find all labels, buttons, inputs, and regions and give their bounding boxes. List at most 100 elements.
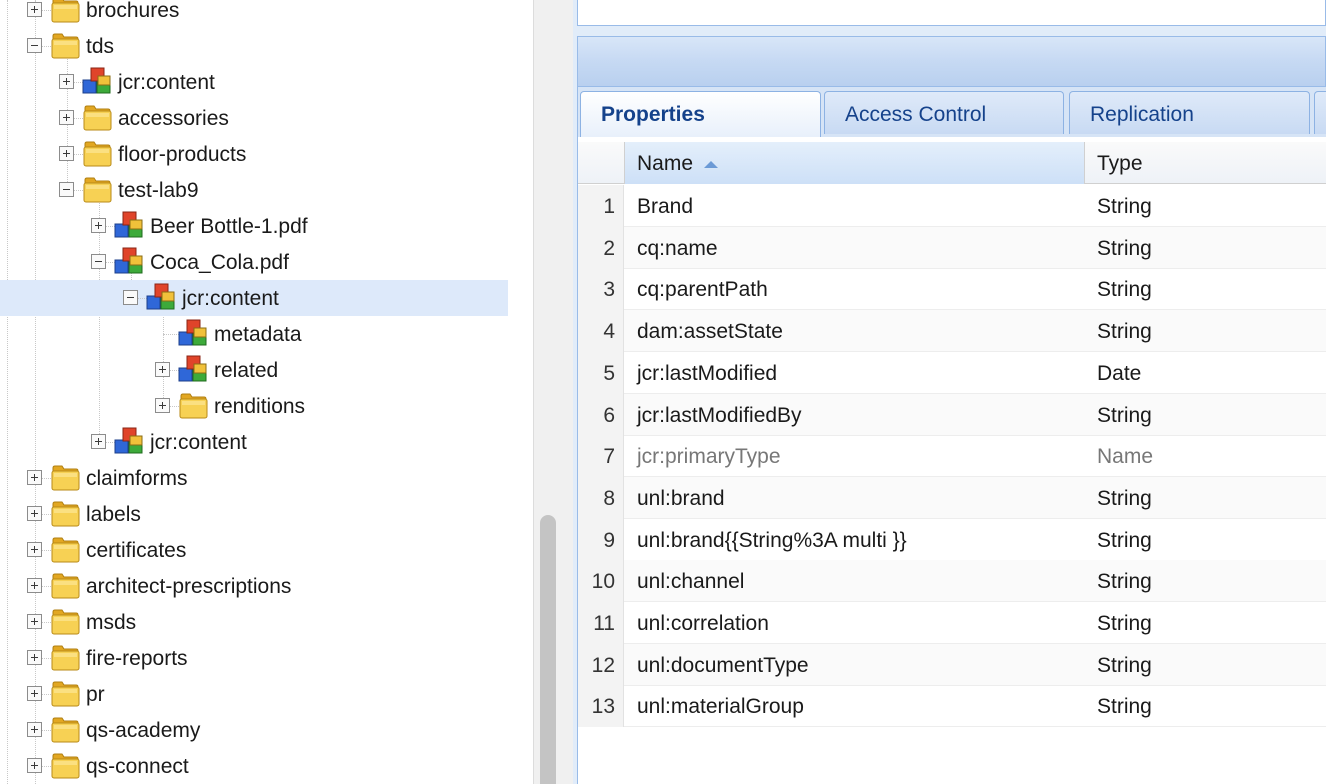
property-type-cell: String [1097,528,1152,552]
tree-node-label: certificates [86,539,187,562]
tab-overflow[interactable] [1314,91,1326,134]
tree-node-certificates[interactable]: certificates [0,532,533,568]
property-name-cell: dam:assetState [637,320,783,344]
tab-access-control[interactable]: Access Control [824,91,1064,134]
expand-icon[interactable] [27,578,42,593]
table-row[interactable]: 4 dam:assetState String [578,310,1326,353]
property-name-cell: unl:materialGroup [637,695,804,719]
property-type-cell: String [1097,403,1152,427]
expand-icon[interactable] [27,758,42,773]
folder-icon [50,678,82,708]
expand-icon[interactable] [155,362,170,377]
tree-node-test-lab9[interactable]: test-lab9 [0,172,533,208]
tab-replication[interactable]: Replication [1069,91,1310,134]
tab-properties-label: Properties [601,103,705,126]
tree-node-label: Beer Bottle-1.pdf [150,215,308,238]
table-row[interactable]: 9 unl:brand{{String%3A multi }} String [578,518,1326,561]
expand-icon[interactable] [27,506,42,521]
row-number: 7 [578,435,624,478]
property-name-cell: unl:channel [637,570,745,594]
collapse-icon[interactable] [59,182,74,197]
table-row[interactable]: 13 unl:materialGroup String [578,685,1326,728]
table-row[interactable]: 6 jcr:lastModifiedBy String [578,393,1326,436]
row-number-text: 5 [603,361,615,385]
expand-icon[interactable] [27,722,42,737]
tree-node-beer-bottle-1-pdf[interactable]: Beer Bottle-1.pdf [0,208,533,244]
row-number-text: 6 [603,403,615,427]
property-type-cell: String [1097,695,1152,719]
property-type-cell: String [1097,195,1152,218]
folder-icon [50,498,82,528]
tree-node-metadata[interactable]: metadata [0,316,533,352]
tree-node-label: floor-products [118,143,247,166]
table-row[interactable]: 8 unl:brand String [578,476,1326,519]
expand-icon[interactable] [27,470,42,485]
table-row[interactable]: 10 unl:channel String [578,560,1326,603]
tree-node-tds[interactable]: tds [0,28,533,64]
tree-node-qs-academy[interactable]: qs-academy [0,712,533,748]
table-row[interactable]: 11 unl:correlation String [578,602,1326,644]
tree-node-claimforms[interactable]: claimforms [0,460,533,496]
table-row[interactable]: 12 unl:documentType String [578,643,1326,686]
expand-icon[interactable] [27,2,42,17]
tree-node-brochures[interactable]: brochures [0,0,533,28]
tree-node-floor-products[interactable]: floor-products [0,136,533,172]
expand-icon[interactable] [155,398,170,413]
table-row[interactable]: 3 cq:parentPath String [578,268,1326,311]
property-name-cell: unl:correlation [637,612,769,635]
table-row[interactable]: 5 jcr:lastModified Date [578,351,1326,394]
expand-icon[interactable] [27,614,42,629]
folder-icon [50,750,82,780]
folder-icon [82,102,114,132]
folder-icon [50,606,82,636]
expand-icon[interactable] [27,650,42,665]
tree-node-label: claimforms [86,467,188,490]
property-type-cell: String [1097,612,1152,635]
tree-node-jcr-content[interactable]: jcr:content [0,424,533,460]
collapse-icon[interactable] [91,254,106,269]
folder-icon [50,570,82,600]
expand-icon[interactable] [59,110,74,125]
tree-node-jcr-content[interactable]: jcr:content [0,280,508,316]
tree-node-fire-reports[interactable]: fire-reports [0,640,533,676]
property-name-cell: jcr:primaryType [637,445,781,469]
row-number-text: 12 [591,653,615,677]
expand-icon[interactable] [27,686,42,701]
tree-node-labels[interactable]: labels [0,496,533,532]
type-column-header[interactable]: Type [1085,142,1326,184]
expand-icon[interactable] [91,218,106,233]
tree-node-coca-cola-pdf[interactable]: Coca_Cola.pdf [0,244,533,280]
tab-properties[interactable]: Properties [580,91,821,137]
tree-node-msds[interactable]: msds [0,604,533,640]
tree-node-label: jcr:content [182,287,279,310]
tree-node-qs-connect[interactable]: qs-connect [0,748,533,784]
node-icon [114,426,146,456]
name-column-header[interactable]: Name [625,142,1085,184]
tree-node-jcr-content[interactable]: jcr:content [0,64,533,100]
table-row[interactable]: 2 cq:name String [578,226,1326,269]
expand-icon[interactable] [27,542,42,557]
expand-icon[interactable] [91,434,106,449]
tree-node-related[interactable]: related [0,352,533,388]
row-number-text: 10 [591,570,615,594]
table-row[interactable]: 7 jcr:primaryType Name [578,435,1326,478]
tree-node-label: msds [86,611,137,634]
row-number: 9 [578,518,624,561]
tree-node-pr[interactable]: pr [0,676,533,712]
tab-strip: Properties Access Control Replication [577,87,1326,137]
folder-icon [50,0,82,24]
tree-node-accessories[interactable]: accessories [0,100,533,136]
tree-node-label: accessories [118,107,229,130]
tree-node-renditions[interactable]: renditions [0,388,533,424]
property-name-cell: jcr:lastModifiedBy [637,403,802,427]
folder-icon [50,714,82,744]
tree-node-label: metadata [214,323,302,346]
tree-scrollbar-thumb[interactable] [540,515,556,784]
collapse-icon[interactable] [27,38,42,53]
expand-icon[interactable] [59,74,74,89]
table-row[interactable]: 1 Brand String [578,185,1326,227]
path-box [577,0,1326,26]
tree-node-architect-prescriptions[interactable]: architect-prescriptions [0,568,533,604]
expand-icon[interactable] [59,146,74,161]
collapse-icon[interactable] [123,290,138,305]
